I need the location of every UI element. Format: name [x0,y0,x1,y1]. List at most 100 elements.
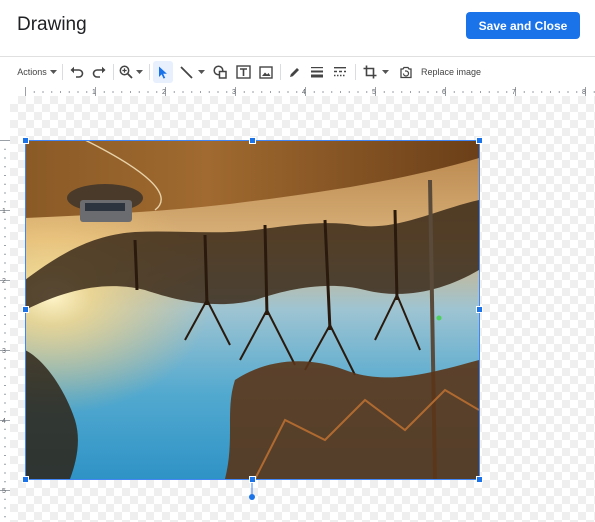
ruler-tick [4,455,6,456]
ruler-tick [156,91,158,93]
reset-image-button[interactable] [396,57,416,87]
ruler-tick [4,306,6,308]
ruler-tick [4,201,6,203]
toolbar-divider [149,64,150,80]
replace-image-button[interactable]: Replace image [419,57,483,87]
ruler-tick [86,91,88,93]
chevron-down-icon [382,69,389,74]
ruler-tick [287,91,289,93]
ruler-label: 2 [162,89,166,96]
ruler-tick [532,91,534,93]
rotate-handle[interactable] [249,494,255,500]
ruler-tick [173,91,175,93]
ruler-tick [550,91,551,93]
resize-handle-bottom-right[interactable] [476,476,483,483]
ruler-tick [4,315,6,316]
ruler-tick [191,91,193,93]
toolbar-divider [355,64,356,80]
line-icon [179,65,193,79]
undo-icon [70,66,84,78]
resize-handle-top-center[interactable] [249,137,256,144]
line-tool-button[interactable] [176,57,208,87]
ruler-tick [4,393,6,395]
text-box-icon [235,65,251,79]
border-color-button[interactable] [284,57,304,87]
ruler-label: 5 [372,89,376,96]
resize-handle-top-left[interactable] [22,137,29,144]
cursor-arrow-icon [159,66,167,79]
ruler-label: 1 [2,208,6,215]
ruler-tick [480,91,481,93]
replace-image-label: Replace image [420,67,482,77]
ruler-tick [322,91,324,93]
ruler-tick [147,91,149,93]
ruler-tick [217,91,219,93]
resize-handle-middle-right[interactable] [476,306,483,313]
ruler-tick [4,245,6,246]
ruler-tick [208,91,210,93]
ruler-tick [296,91,298,93]
ruler-tick [182,91,184,93]
ruler-tick [471,91,473,93]
ruler-label: 3 [232,89,236,96]
ruler-tick [331,91,333,93]
vertical-ruler: 1 2 3 4 5 [0,140,10,518]
ruler-tick [77,91,79,93]
ruler-tick [121,91,123,93]
select-tool-button[interactable] [153,61,173,83]
ruler-tick [357,91,359,93]
resize-handle-bottom-center[interactable] [249,476,256,483]
zoom-icon [119,65,133,79]
ruler-tick [4,498,6,500]
resize-handle-top-right[interactable] [476,137,483,144]
zoom-button[interactable] [117,57,145,87]
border-dash-button[interactable] [330,57,350,87]
ruler-tick [401,91,403,93]
ruler-tick [4,271,6,273]
ruler-tick [261,91,263,93]
ruler-tick [436,91,438,93]
selected-image[interactable] [25,140,479,479]
ruler-tick [4,332,6,334]
crop-button[interactable] [360,57,392,87]
toolbar-divider [113,64,114,80]
ruler-tick [4,166,6,168]
redo-icon [92,66,106,78]
header: Drawing Save and Close [0,0,595,56]
text-box-button[interactable] [233,57,253,87]
insert-image-button[interactable] [256,57,276,87]
ruler-tick [42,91,44,93]
ruler-tick [0,140,10,141]
ruler-tick [270,91,271,93]
undo-button[interactable] [67,57,87,87]
ruler-label: 6 [442,89,446,96]
ruler-label: 3 [2,348,6,355]
ruler-tick [4,323,6,325]
ruler-tick [4,148,6,150]
ruler-tick [4,253,6,255]
actions-menu[interactable]: Actions [16,57,58,87]
ruler-tick [60,91,61,93]
ruler-tick [226,91,228,93]
resize-handle-bottom-left[interactable] [22,476,29,483]
shape-tool-button[interactable] [210,57,230,87]
ruler-tick [243,91,245,93]
ruler-tick [4,183,6,185]
ruler-tick [25,87,26,96]
border-dash-icon [334,67,346,77]
ruler-tick [488,91,490,93]
ruler-tick [4,341,6,343]
resize-handle-middle-left[interactable] [22,306,29,313]
save-and-close-button[interactable]: Save and Close [466,12,580,39]
reset-image-icon [400,66,412,78]
ruler-label: 4 [302,89,306,96]
ruler-tick [340,91,341,93]
ruler-tick [51,91,53,93]
ruler-tick [4,472,6,474]
border-weight-button[interactable] [307,57,327,87]
ruler-tick [4,376,6,378]
landscape-photo [25,140,479,479]
chevron-down-icon [49,69,57,74]
redo-button[interactable] [89,57,109,87]
ruler-tick [4,402,6,404]
